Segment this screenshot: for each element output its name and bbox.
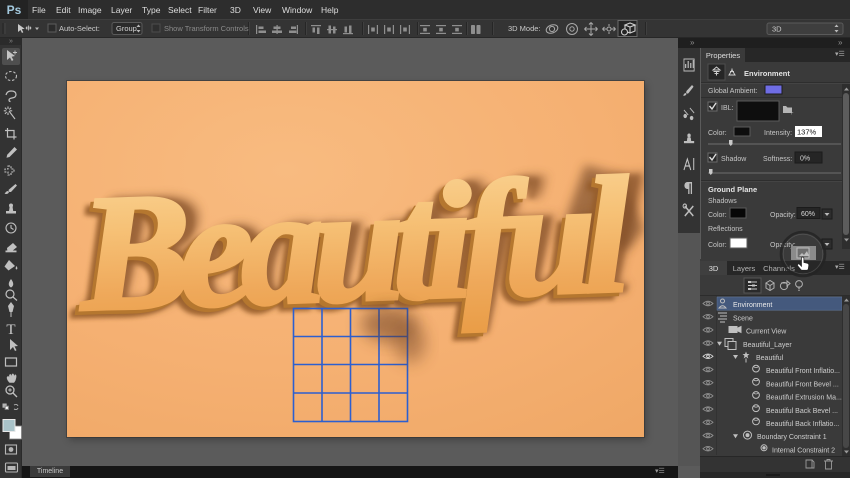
- svg-text:3D Mode:: 3D Mode:: [508, 24, 541, 33]
- svg-text:Environment: Environment: [733, 302, 772, 309]
- svg-text:IBL:: IBL:: [721, 105, 734, 112]
- svg-text:Group: Group: [116, 24, 137, 33]
- svg-text:Beautiful_Layer: Beautiful_Layer: [743, 342, 792, 349]
- svg-text:Shadows: Shadows: [708, 198, 737, 205]
- svg-text:Show Transform Controls: Show Transform Controls: [164, 24, 249, 33]
- svg-text:Color:: Color:: [708, 212, 727, 219]
- svg-text:Intensity:: Intensity:: [764, 130, 792, 137]
- svg-text:Beautiful: Beautiful: [75, 142, 633, 345]
- svg-text:Beautiful Extrusion Ma...: Beautiful Extrusion Ma...: [766, 395, 842, 402]
- svg-text:Beautiful Front Bevel ...: Beautiful Front Bevel ...: [766, 381, 839, 388]
- svg-text:Color:: Color:: [708, 242, 727, 249]
- svg-text:Beautiful Back Inflatio...: Beautiful Back Inflatio...: [766, 421, 839, 428]
- svg-text:Environment: Environment: [744, 69, 790, 78]
- svg-text:Scene: Scene: [733, 315, 753, 322]
- svg-text:+: +: [790, 111, 794, 117]
- svg-text:Internal Constraint 2: Internal Constraint 2: [772, 447, 835, 454]
- svg-text:Shadow: Shadow: [721, 156, 747, 163]
- svg-text:Current View: Current View: [746, 329, 787, 336]
- svg-text:Auto-Select:: Auto-Select:: [59, 24, 100, 33]
- svg-text:3D: 3D: [772, 25, 782, 34]
- svg-text:Global Ambient:: Global Ambient:: [708, 88, 757, 95]
- svg-text:Reflections: Reflections: [708, 226, 743, 233]
- svg-text:Beautiful: Beautiful: [756, 355, 784, 362]
- svg-text:60%: 60%: [801, 211, 815, 218]
- svg-text:Boundary Constraint 1: Boundary Constraint 1: [757, 434, 827, 441]
- svg-text:Beautiful Back Bevel ...: Beautiful Back Bevel ...: [766, 408, 838, 415]
- svg-text:T: T: [6, 322, 15, 338]
- svg-text:Color:: Color:: [708, 130, 727, 137]
- svg-text:Softness:: Softness:: [763, 156, 792, 163]
- svg-text:Ground Plane: Ground Plane: [708, 185, 757, 194]
- svg-text:0%: 0%: [800, 156, 810, 163]
- svg-text:Beautiful Front Inflatio...: Beautiful Front Inflatio...: [766, 368, 840, 375]
- svg-text:Opacity:: Opacity:: [770, 212, 796, 219]
- svg-text:137%: 137%: [797, 128, 817, 137]
